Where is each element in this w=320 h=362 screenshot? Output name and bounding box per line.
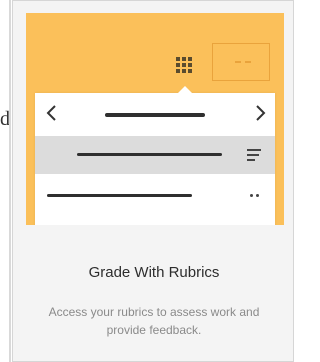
header-row <box>35 93 275 136</box>
header-placeholder-bar <box>105 113 205 117</box>
illustration <box>26 13 284 225</box>
rubric-panel <box>35 86 275 225</box>
grid-icon <box>176 57 192 73</box>
card-title: Grade With Rubrics <box>88 264 220 281</box>
more-dots-icon <box>250 194 262 198</box>
card-description: Access your rubrics to assess work and p… <box>48 305 260 337</box>
feature-card: Grade With Rubrics Access your rubrics t… <box>12 0 294 362</box>
row-placeholder-bar <box>47 194 192 197</box>
chevron-right-icon <box>253 105 267 121</box>
divider <box>9 0 11 362</box>
chevron-left-icon <box>45 105 59 121</box>
filter-lines-icon <box>247 149 261 161</box>
row-placeholder-bar <box>77 153 222 156</box>
list-row <box>35 174 275 219</box>
placeholder-box <box>212 43 270 81</box>
selected-row <box>35 136 275 174</box>
